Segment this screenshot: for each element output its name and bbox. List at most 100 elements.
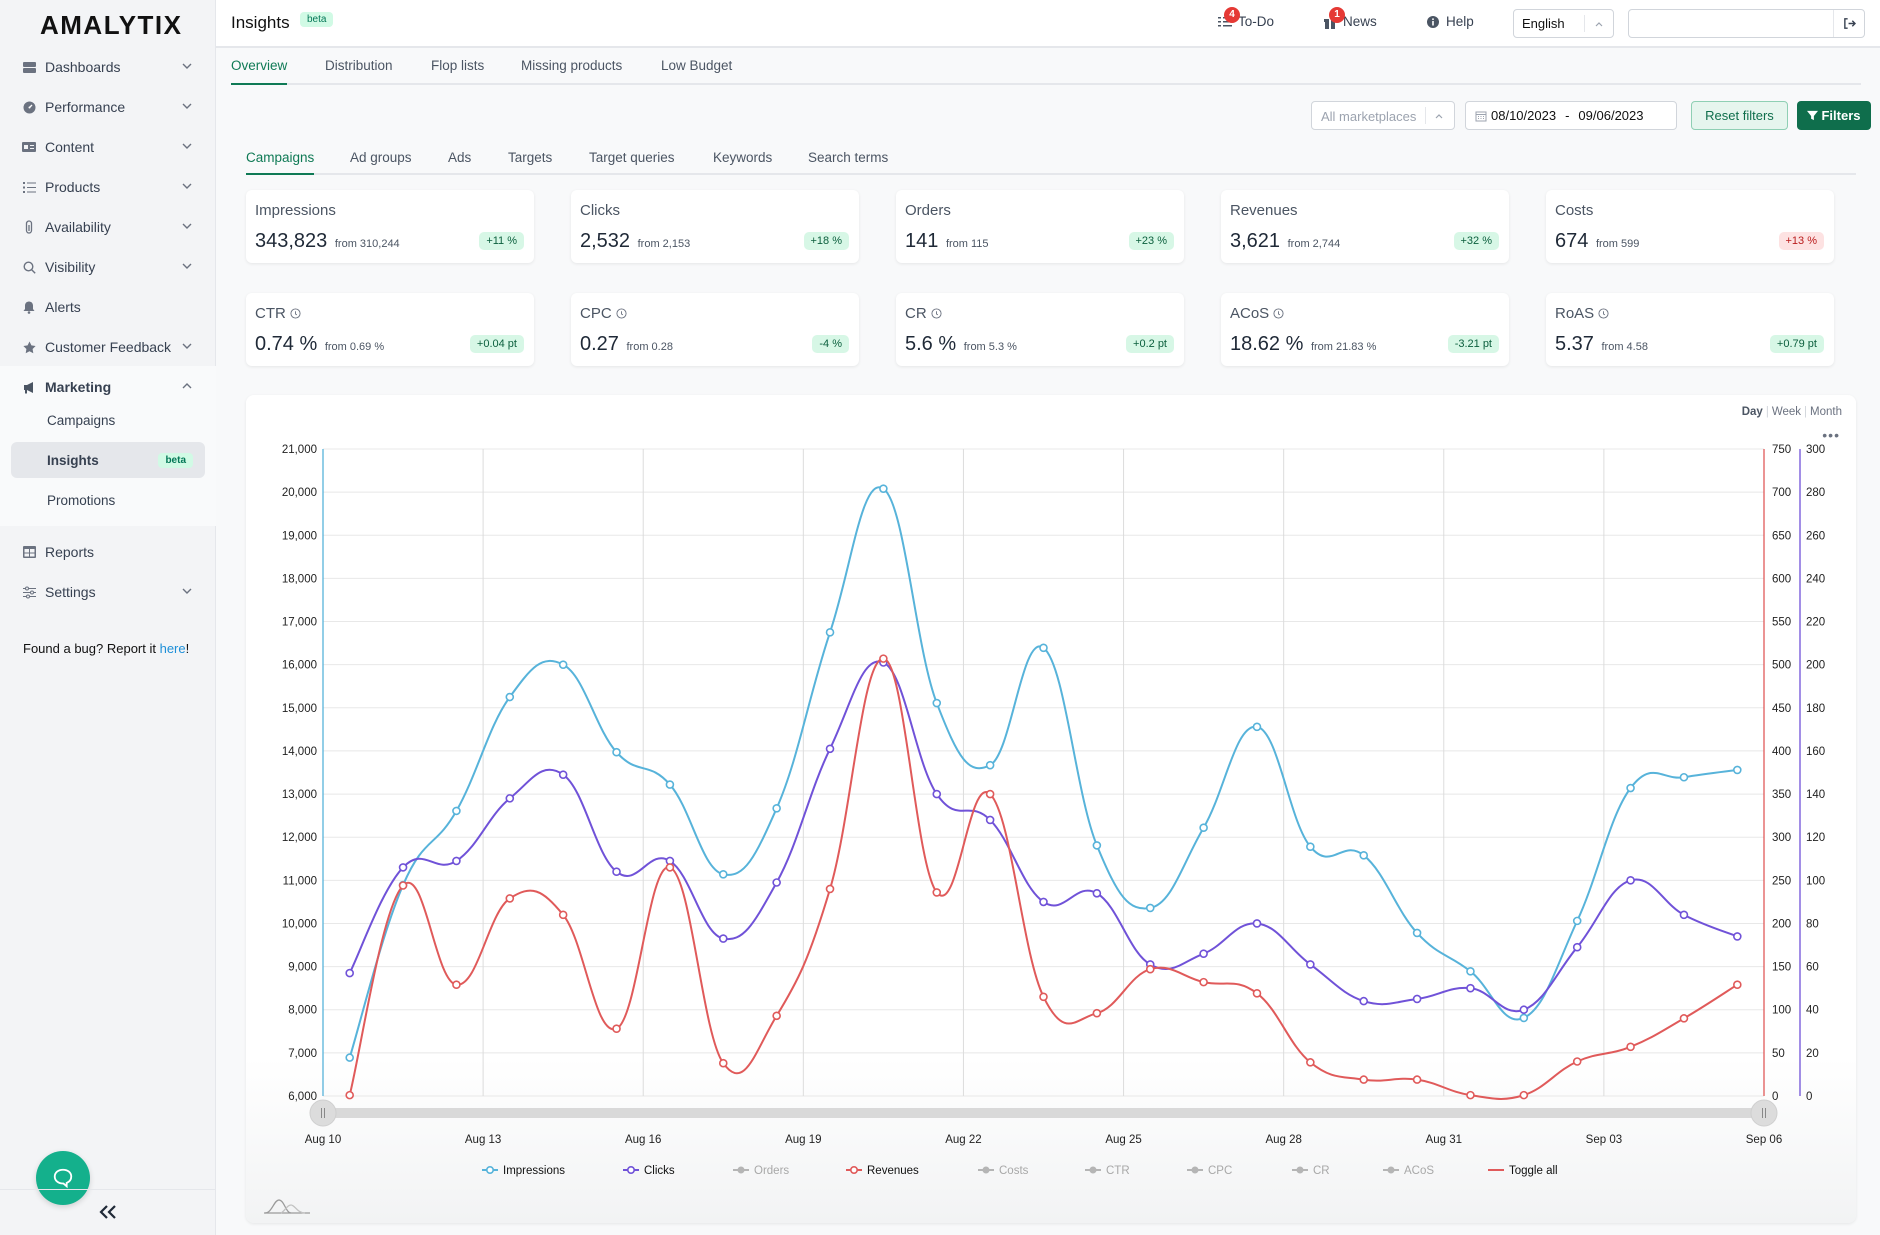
kpi-card-ctr[interactable]: CTR 0.74 % from 0.69 % +0.04 pt bbox=[246, 293, 534, 366]
chevron-up-icon[interactable] bbox=[180, 379, 194, 393]
chevron-down-icon[interactable] bbox=[180, 259, 194, 273]
tab-flop-lists[interactable]: Flop lists bbox=[431, 58, 484, 85]
bug-text-suffix: ! bbox=[185, 641, 190, 656]
kpi-label: Clicks bbox=[580, 202, 620, 219]
tab-ads[interactable]: Ads bbox=[448, 150, 471, 175]
kpi-card-revenues[interactable]: Revenues 3,621 from 2,744 +32 % bbox=[1221, 190, 1509, 263]
kpi-card-clicks[interactable]: Clicks 2,532 from 2,153 +18 % bbox=[571, 190, 859, 263]
news-link[interactable]: 1 News bbox=[1323, 6, 1377, 29]
todo-link[interactable]: 4 To-Do bbox=[1218, 6, 1275, 29]
todo-label: To-Do bbox=[1238, 14, 1275, 29]
chevron-down-icon[interactable] bbox=[180, 139, 194, 153]
sidebar-item-products[interactable]: Products bbox=[0, 169, 216, 205]
sidebar-subitem-insights[interactable]: Insights beta bbox=[11, 442, 205, 478]
range-slider-handle-start[interactable] bbox=[309, 1099, 337, 1127]
sidebar-divider bbox=[0, 1189, 216, 1190]
legend-item-revenues[interactable]: Revenues bbox=[846, 1165, 919, 1177]
sidebar-item-content[interactable]: Content bbox=[0, 129, 216, 165]
tab-keywords[interactable]: Keywords bbox=[713, 150, 772, 175]
tab-low-budget[interactable]: Low Budget bbox=[661, 58, 732, 85]
sidebar-subitem-promotions[interactable]: Promotions bbox=[11, 482, 205, 518]
sidebar-item-marketing[interactable]: Marketing bbox=[0, 369, 216, 405]
logo[interactable]: AMALYTIX bbox=[40, 10, 183, 41]
kpi-label: Impressions bbox=[255, 202, 336, 219]
data-point-revenues bbox=[825, 884, 835, 894]
area-chart-icon[interactable] bbox=[264, 1198, 310, 1214]
collapse-sidebar-button[interactable] bbox=[96, 1200, 120, 1224]
sidebar-item-visibility[interactable]: Visibility bbox=[0, 249, 216, 285]
sidebar-item-performance[interactable]: Performance bbox=[0, 89, 216, 125]
data-point-clicks bbox=[985, 815, 995, 825]
kpi-value: 674 from 599 bbox=[1555, 230, 1639, 253]
range-slider-handle-end[interactable] bbox=[1750, 1099, 1778, 1127]
bug-report-link[interactable]: here bbox=[160, 641, 186, 656]
kpi-previous-value: from 115 bbox=[945, 238, 989, 250]
reset-filters-button[interactable]: Reset filters bbox=[1691, 101, 1788, 130]
sidebar-subitem-campaigns[interactable]: Campaigns bbox=[11, 402, 205, 438]
language-select[interactable]: English bbox=[1513, 9, 1614, 38]
chevron-down-icon[interactable] bbox=[180, 59, 194, 73]
chevron-down-icon[interactable] bbox=[180, 219, 194, 233]
info-icon[interactable] bbox=[1273, 308, 1284, 319]
tab-campaigns[interactable]: Campaigns bbox=[246, 150, 315, 175]
legend-item-ctr[interactable]: CTR bbox=[1085, 1165, 1130, 1177]
legend-item-toggle-all[interactable]: Toggle all bbox=[1488, 1165, 1558, 1177]
legend-item-cpc[interactable]: CPC bbox=[1187, 1165, 1232, 1177]
tab-targets[interactable]: Targets bbox=[508, 150, 552, 175]
info-icon[interactable] bbox=[616, 308, 627, 319]
kpi-value-text: 2,532 bbox=[580, 230, 631, 252]
legend-item-costs[interactable]: Costs bbox=[978, 1165, 1029, 1177]
tab-ad-groups[interactable]: Ad groups bbox=[350, 150, 412, 175]
data-point-impressions bbox=[1039, 643, 1048, 653]
chevron-down-icon[interactable] bbox=[180, 584, 194, 598]
sidebar-item-reports[interactable]: Reports bbox=[0, 534, 216, 570]
sidebar-item-dashboards[interactable]: Dashboards bbox=[0, 49, 216, 85]
sidebar-item-customer-feedback[interactable]: Customer Feedback bbox=[0, 329, 216, 365]
tab-target-queries[interactable]: Target queries bbox=[589, 150, 675, 175]
data-point-revenues bbox=[1626, 1042, 1635, 1052]
kpi-label: Revenues bbox=[1230, 202, 1298, 219]
info-icon[interactable] bbox=[1598, 308, 1609, 319]
help-link[interactable]: Help bbox=[1426, 14, 1474, 29]
info-icon[interactable] bbox=[931, 308, 942, 319]
sidebar-item-availability[interactable]: Availability bbox=[0, 209, 216, 245]
account-field[interactable] bbox=[1628, 9, 1865, 38]
data-point-revenues bbox=[985, 789, 995, 799]
sidebar-item-alerts[interactable]: Alerts bbox=[0, 289, 216, 325]
data-point-impressions bbox=[932, 698, 942, 708]
chat-button[interactable] bbox=[36, 1151, 90, 1205]
legend-item-cr[interactable]: CR bbox=[1292, 1165, 1330, 1177]
tab-overview[interactable]: Overview bbox=[231, 58, 288, 85]
kpi-card-cr[interactable]: CR 5.6 % from 5.3 % +0.2 pt bbox=[896, 293, 1184, 366]
filters-button[interactable]: Filters bbox=[1797, 101, 1871, 130]
kpi-card-orders[interactable]: Orders 141 from 115 +23 % bbox=[896, 190, 1184, 263]
legend-item-clicks[interactable]: Clicks bbox=[623, 1165, 675, 1177]
data-point-revenues bbox=[398, 881, 408, 890]
data-point-impressions bbox=[1572, 916, 1582, 926]
legend-item-orders[interactable]: Orders bbox=[733, 1165, 789, 1177]
legend-item-impressions[interactable]: Impressions bbox=[482, 1165, 565, 1177]
legend-item-acos[interactable]: ACoS bbox=[1383, 1165, 1434, 1177]
kpi-card-acos[interactable]: ACoS 18.62 % from 21.83 % -3.21 pt bbox=[1221, 293, 1509, 366]
data-point-revenues bbox=[932, 888, 942, 897]
kpi-card-impressions[interactable]: Impressions 343,823 from 310,244 +11 % bbox=[246, 190, 534, 263]
chevron-down-icon[interactable] bbox=[180, 339, 194, 353]
kpi-label: CR bbox=[905, 305, 942, 322]
tab-search-terms[interactable]: Search terms bbox=[808, 150, 888, 175]
marketplace-select[interactable]: All marketplaces bbox=[1311, 101, 1455, 130]
chevron-down-icon[interactable] bbox=[180, 179, 194, 193]
tab-distribution[interactable]: Distribution bbox=[325, 58, 393, 85]
sidebar-item-settings[interactable]: Settings bbox=[0, 574, 216, 610]
logout-button[interactable] bbox=[1834, 10, 1864, 37]
kpi-delta-badge: +0.2 pt bbox=[1126, 335, 1174, 353]
data-point-revenues bbox=[665, 863, 675, 872]
chevron-down-icon[interactable] bbox=[180, 99, 194, 113]
info-icon[interactable] bbox=[290, 308, 301, 319]
date-range-picker[interactable]: 08/10/2023 - 09/06/2023 bbox=[1465, 101, 1677, 130]
tab-missing-products[interactable]: Missing products bbox=[521, 58, 622, 85]
kpi-card-costs[interactable]: Costs 674 from 599 +13 % bbox=[1546, 190, 1834, 263]
data-point-clicks bbox=[1039, 897, 1048, 907]
data-point-revenues bbox=[718, 1058, 728, 1068]
kpi-card-roas[interactable]: RoAS 5.37 from 4.58 +0.79 pt bbox=[1546, 293, 1834, 366]
kpi-card-cpc[interactable]: CPC 0.27 from 0.28 -4 % bbox=[571, 293, 859, 366]
